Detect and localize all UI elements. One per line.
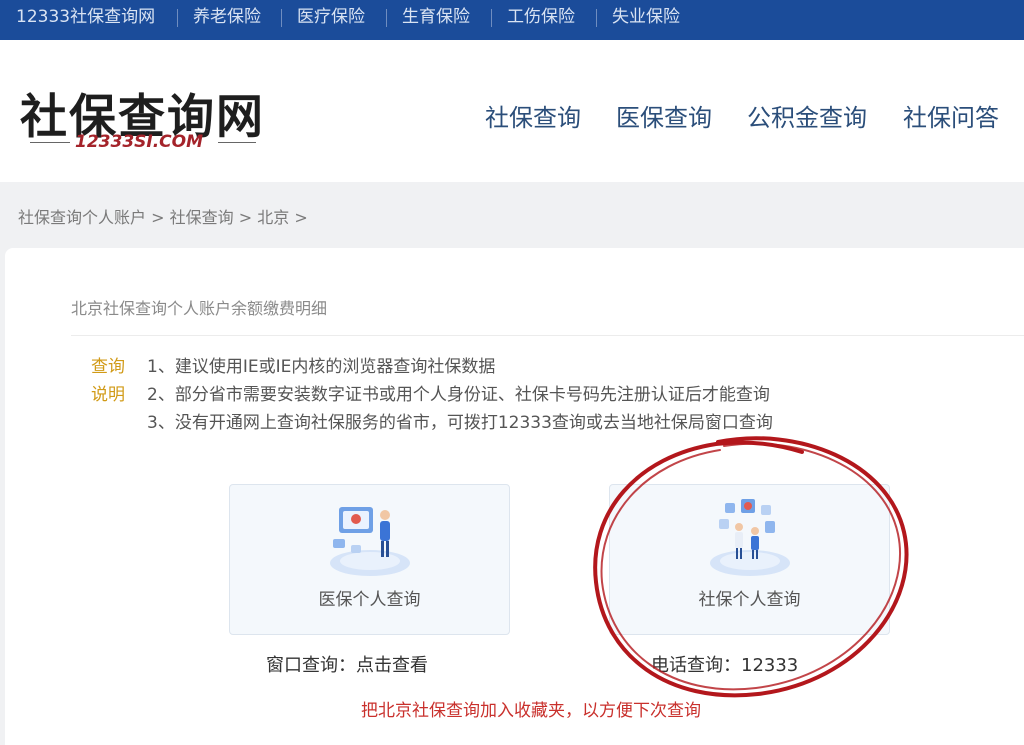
notice-label: 查询 <box>91 357 125 377</box>
notice-item: 2、部分省市需要安装数字证书或用个人身份证、社保卡号码先注册认证后才能查询 <box>147 385 770 405</box>
logo-rule-left <box>30 142 70 143</box>
divider <box>71 335 1024 336</box>
breadcrumb-link-beijing[interactable]: 北京 <box>257 208 289 227</box>
breadcrumb: 社保查询个人账户 > 社保查询 > 北京 > <box>18 204 308 228</box>
window-query-link[interactable]: 窗口查询：点击查看 <box>266 651 428 677</box>
topbar-separator <box>491 9 492 27</box>
logo-domain-text: 12333SI.COM <box>75 132 204 152</box>
nav-item-social-security[interactable]: 社保查询 <box>485 98 581 133</box>
topbar-link-injury[interactable]: 工伤保险 <box>507 0 575 34</box>
breadcrumb-link-account[interactable]: 社保查询个人账户 <box>18 208 146 227</box>
topbar-separator <box>386 9 387 27</box>
breadcrumb-separator: > <box>151 208 165 227</box>
breadcrumb-separator: > <box>238 208 253 227</box>
notice-item: 1、建议使用IE或IE内核的浏览器查询社保数据 <box>147 357 496 377</box>
topbar-separator <box>596 9 597 27</box>
topbar-separator <box>281 9 282 27</box>
page-title: 北京社保查询个人账户余额缴费明细 <box>71 299 328 318</box>
topbar-link-pension[interactable]: 养老保险 <box>193 0 261 34</box>
annotation-circle-icon <box>593 436 909 698</box>
nav-item-housing-fund[interactable]: 公积金查询 <box>747 98 867 133</box>
topbar-link-home[interactable]: 12333社保查询网 <box>16 0 155 34</box>
topbar-link-unemployment[interactable]: 失业保险 <box>612 0 680 34</box>
card-label: 医保个人查询 <box>318 590 421 610</box>
medical-query-illustration-icon <box>330 507 410 576</box>
site-logo-subtitle: 12333SI.COM <box>30 132 256 152</box>
breadcrumb-link-query[interactable]: 社保查询 <box>170 208 234 227</box>
notice-item: 3、没有开通网上查询社保服务的省市，可拨打12333查询或去当地社保局窗口查询 <box>147 413 773 433</box>
topbar-link-maternity[interactable]: 生育保险 <box>402 0 470 34</box>
topbar-link-medical[interactable]: 医疗保险 <box>297 0 365 34</box>
breadcrumb-separator: > <box>294 208 308 227</box>
nav-item-faq[interactable]: 社保问答 <box>903 98 999 133</box>
site-header: 社保查询网 12333SI.COM 社保查询 医保查询 公积金查询 社保问答 <box>0 40 1024 182</box>
topbar-separator <box>177 9 178 27</box>
nav-item-medical[interactable]: 医保查询 <box>616 98 712 133</box>
logo-rule-right <box>218 142 256 143</box>
notice-label: 说明 <box>91 385 125 405</box>
medical-personal-query-card[interactable]: 医保个人查询 <box>229 484 510 635</box>
top-nav-bar: 12333社保查询网 养老保险 医疗保险 生育保险 工伤保险 失业保险 <box>0 0 1024 40</box>
